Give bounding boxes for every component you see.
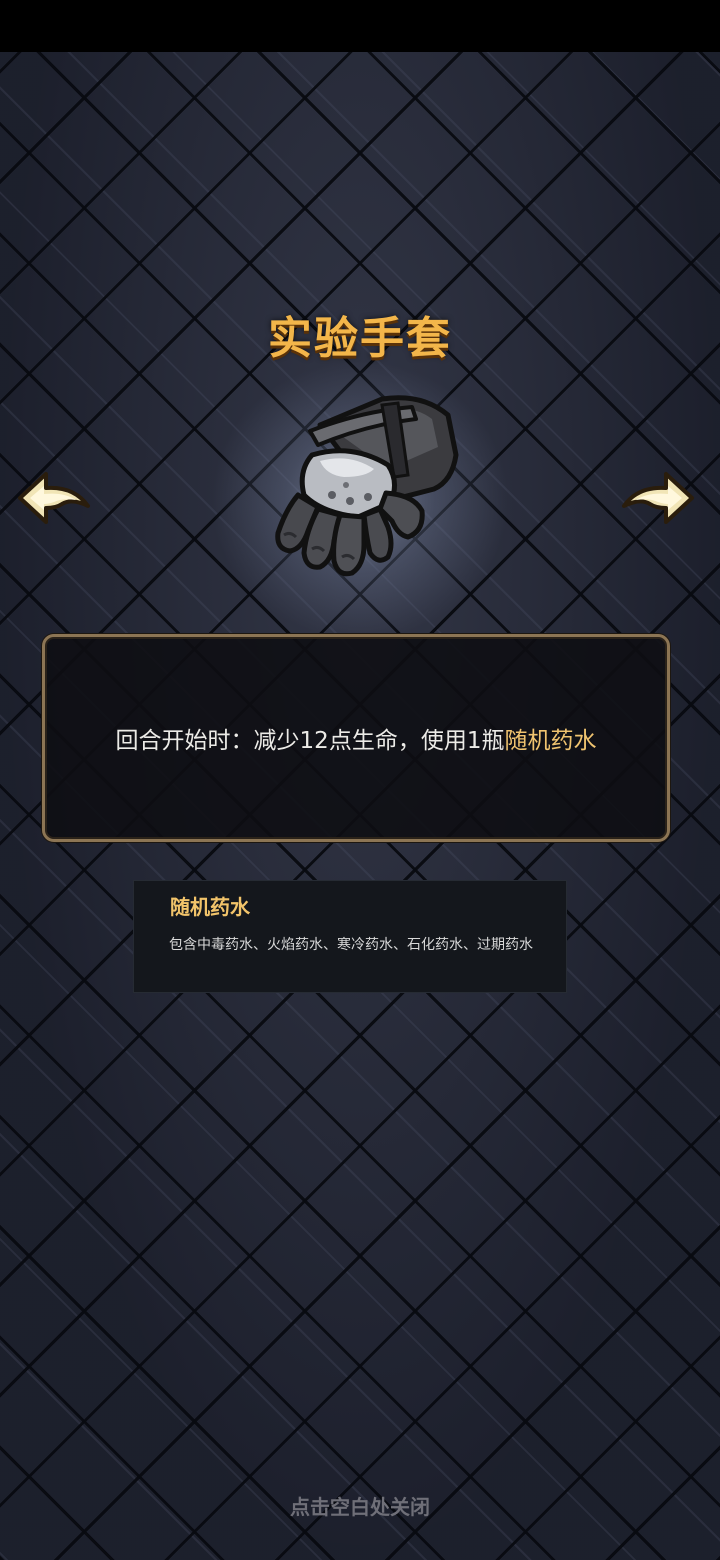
- item-image: [262, 385, 462, 585]
- tooltip-body: 包含中毒药水、火焰药水、寒冷药水、石化药水、过期药水: [169, 937, 533, 953]
- keyword-tooltip: 随机药水 包含中毒药水、火焰药水、寒冷药水、石化药水、过期药水: [133, 880, 567, 993]
- tooltip-title: 随机药水: [170, 895, 250, 919]
- status-bar: [0, 0, 720, 52]
- arrow-right-icon: [622, 472, 694, 524]
- prev-item-button[interactable]: [16, 468, 92, 528]
- description-prefix: 回合开始时：减少12点生命，使用1瓶: [115, 728, 505, 754]
- arrow-left-icon: [18, 472, 90, 524]
- description-text: 回合开始时：减少12点生命，使用1瓶随机药水: [116, 721, 597, 755]
- gauntlet-icon: [275, 395, 459, 577]
- item-detail-screen: 实验手套 回合开始时：减少12点生命，使用1瓶随机药水 随机药水 包含中毒药水、…: [0, 0, 720, 1560]
- description-panel: 回合开始时：减少12点生命，使用1瓶随机药水: [42, 634, 670, 842]
- description-keyword-link[interactable]: 随机药水: [504, 728, 596, 754]
- next-item-button[interactable]: [620, 468, 696, 528]
- item-title: 实验手套: [268, 313, 452, 364]
- close-hint: 点击空白处关闭: [290, 1495, 430, 1519]
